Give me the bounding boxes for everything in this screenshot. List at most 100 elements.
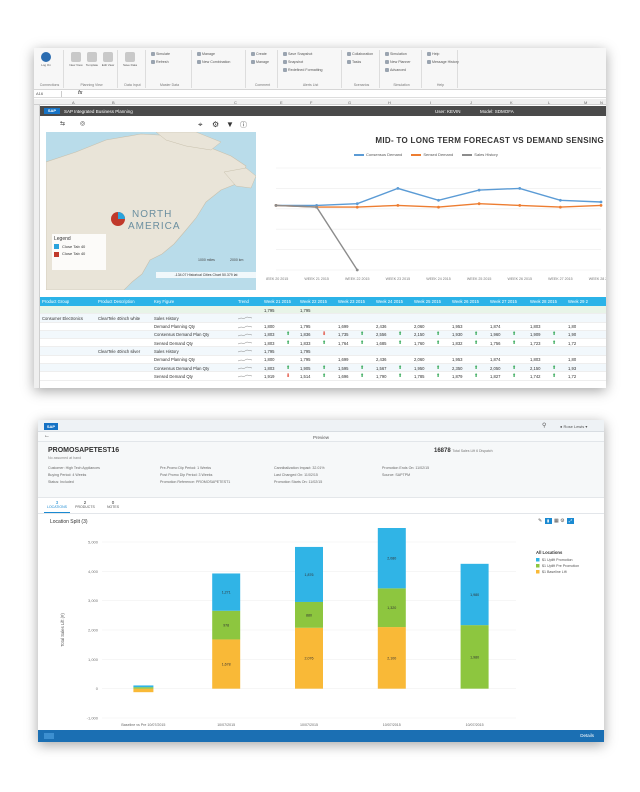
cell-value: 1,950 [414,365,425,371]
ribbon-group-title: Connections [39,83,60,87]
ribbon-group: Simulate Refresh Master Data [148,50,192,88]
footer-indicator [44,733,54,739]
column-headers: ABCEFGHIJKLMN [34,99,606,105]
ribbon-small-button[interactable]: Simulate [151,52,170,57]
ribbon-small-button[interactable]: New Combination [197,60,230,65]
edit-icon[interactable]: ✎ [538,518,542,524]
column-header: A [72,99,75,105]
ribbon-small-button[interactable]: Help [427,52,439,57]
x-tick-label: WEEK 27 2015 [548,277,573,281]
arrow-up-icon: ⬆ [552,372,557,379]
cell-value: 2,060 [414,324,425,330]
user-menu[interactable]: ● Rose Lewis ▾ [560,424,587,429]
bar-segment[interactable] [133,685,154,688]
y-tick-label: 3,000 [88,598,99,603]
gear-icon[interactable]: ⚙ [212,120,219,129]
ribbon-small-button[interactable]: New Planner [385,60,411,65]
promotion-subtitle: No assumed at hand [48,456,82,460]
settings-icon[interactable]: ⚙ [560,518,564,524]
grid-row: ClearTele 40inch silver Sales History 1,79… [40,347,606,356]
tab-products[interactable]: 2 PRODUCTS [72,500,98,509]
arrow-up-icon: ⬆ [398,339,403,346]
arrow-up-icon: ⬆ [322,339,327,346]
ribbon-button[interactable]: Save Data [123,52,137,67]
grid-header-cell: Week 29 2 [568,299,588,304]
cell-value: 1,960 [490,332,501,338]
column-header: F [310,99,313,105]
ribbon-small-button[interactable]: Simulation [385,52,407,57]
grid-row: Consensus Demand Plan Qty 1,803 ⬆ 1,905 ⬆ 1,5… [40,364,606,373]
scale-left: 1000 miles [198,258,215,262]
y-tick-label: 2,000 [88,628,99,633]
cell-value: 1,795 [300,324,311,330]
trend-sparkline [238,333,252,337]
fx-icon[interactable]: fx [78,90,82,96]
fullscreen-icon[interactable]: ⤢ [566,518,574,524]
search-icon[interactable]: ⚲ [542,422,546,429]
ribbon-small-button[interactable]: Collaboration [347,52,373,57]
ribbon-small-button[interactable]: Manage [197,52,215,57]
arrow-up-icon: ⬆ [436,372,441,379]
cell-value: 1,90 [568,332,577,338]
ribbon-small-button[interactable]: Tasks [347,60,361,65]
ribbon-button[interactable]: Log On [39,52,53,67]
cell-value: 1,80 [568,357,577,363]
trend-sparkline [238,375,252,378]
arrow-up-icon: ⬆ [286,331,291,338]
data-point [477,202,481,206]
bar-segment[interactable] [133,687,154,689]
bar-segment[interactable] [133,688,154,693]
cell-value: 2,350 [452,365,463,371]
ribbon-group-title: Master Data [159,83,180,87]
ribbon-group-title: Simulation [393,83,410,87]
name-box[interactable]: A16 [36,91,62,97]
ribbon-small-button[interactable]: Create [251,52,267,57]
filter-icon[interactable]: ▼ [226,120,234,129]
map-view[interactable]: NORTH AMERICA Legend Close Tab 40 Close … [46,132,256,290]
ribbon-small-button[interactable]: Advanced [385,68,406,73]
route-icon[interactable]: ⇆ [60,120,65,127]
cell-value: 1,803 [264,340,275,346]
ribbon-button[interactable]: Template [85,52,99,67]
cell-value: 1,800 [264,324,275,330]
ribbon-small-button[interactable]: Redefined Formatting [283,68,323,73]
ribbon-small-icon [385,68,389,73]
data-point [437,205,440,209]
ribbon-button[interactable]: New View [69,52,83,67]
series-line [276,187,602,207]
legend-entry: Sales History [462,152,498,157]
help-icon[interactable]: ⓘ [240,120,247,130]
tab-locations[interactable]: 3 LOCATIONS [44,500,70,513]
chart-view-icon[interactable]: ▮ [544,518,552,524]
cell-value: 1,595 [338,365,349,371]
ribbon-small-button[interactable]: Snapshot [283,60,303,65]
details-button[interactable]: Details [580,733,594,738]
ribbon-small-button[interactable]: Save Snapshot [283,52,312,57]
map-label-north: NORTH [132,209,173,220]
sap-logo[interactable]: SAP [44,423,58,430]
ribbon-small-icon [385,52,389,57]
ribbon-group: Collaboration Tasks Scenarios [344,50,380,88]
header-attribute: Last Changed On: 11/02/15 [274,473,318,477]
sap-app-title: SAP Integrated Business Planning [64,108,133,114]
ribbon-small-button[interactable]: Message History [427,60,459,65]
lasso-icon[interactable]: ◎ [80,120,85,127]
ribbon-buttons: Save Snapshot Snapshot Redefined Formattin… [280,50,341,78]
map-label-america: AMERICA [128,221,181,232]
header-attribute: Source: SAPTPM [382,473,411,477]
tab-notes[interactable]: 0 NOTES [100,500,126,509]
ribbon-small-icon [251,60,255,65]
ribbon-small-icon [197,52,201,57]
ribbon-small-button[interactable]: Refresh [151,60,169,65]
cell-value: 1,953 [452,357,463,363]
legend-swatch [54,244,59,250]
cell-key-figure: Demand Planning Qty [154,357,195,363]
ribbon-small-button[interactable]: Manage [251,60,269,65]
ribbon-buttons: Collaboration Tasks [344,50,379,78]
location-pin-icon[interactable]: ⌖ [198,120,203,130]
cell-value: 2,150 [414,332,425,338]
ribbon-button-label: Save Data [123,63,138,67]
table-view-icon[interactable]: ▦ [554,518,559,524]
cell-value: 2,556 [376,332,387,338]
ribbon-button[interactable]: Edit View [101,52,115,67]
